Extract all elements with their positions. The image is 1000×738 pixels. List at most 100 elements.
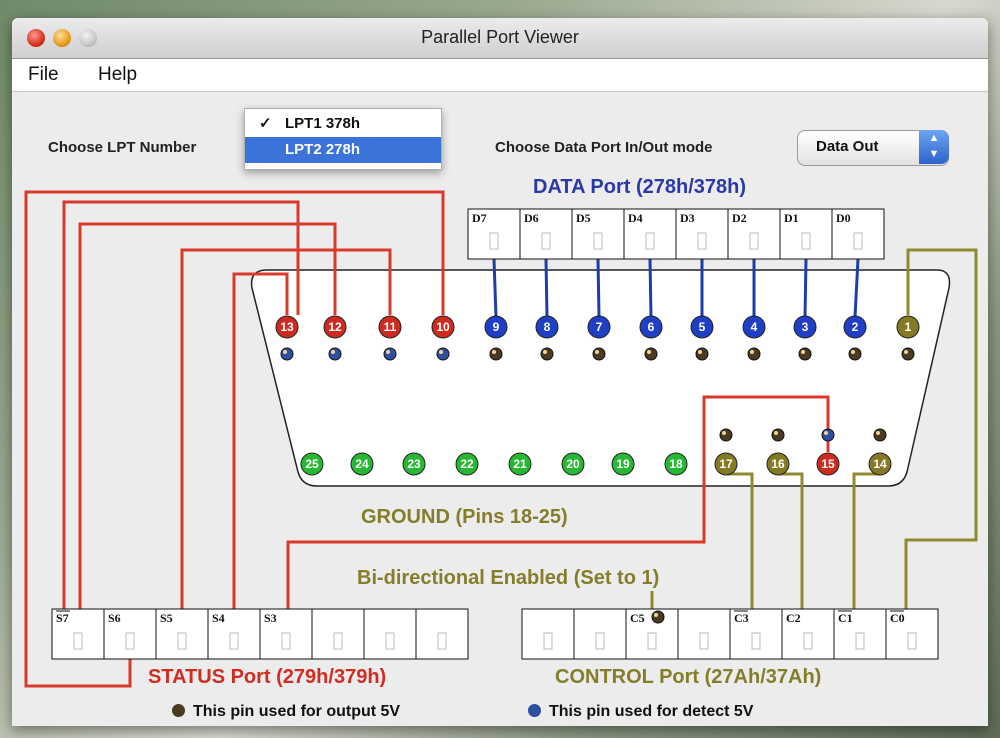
output-pin-icon [798,347,812,361]
control-port-cell-label: C2 [786,611,801,625]
top-pin-2: 2 [843,315,867,339]
pin-highlight [722,431,726,435]
title-bar[interactable]: Parallel Port Viewer [12,18,988,59]
chevron-up-icon: ▲ [928,132,940,144]
top-pin-6: 6 [639,315,663,339]
pin-highlight [851,350,855,354]
lpt-dropdown-menu[interactable]: ✓ LPT1 378h LPT2 278h [244,108,442,170]
pin-highlight [824,431,828,435]
detect-pin-icon [528,704,541,717]
bottom-pin-21: 21 [508,452,532,476]
bottom-pin-15: 15 [816,452,840,476]
bottom-pin-16: 16 [766,452,790,476]
pin-number: 2 [852,320,859,334]
bottom-pin-17: 17 [714,452,738,476]
data-port-cell-label: D0 [836,211,851,225]
top-pin-1: 1 [896,315,920,339]
data-port-cell-label: D5 [576,211,591,225]
lpt-option-lpt1[interactable]: ✓ LPT1 378h [245,111,441,137]
pin-highlight [904,350,908,354]
output-pin-icon [489,347,503,361]
status-port-bit-indicator [385,632,395,650]
output-pin-icon [719,428,733,442]
pin-number: 18 [669,457,683,471]
bottom-pin-22: 22 [455,452,479,476]
main-panel: D7 D6 D5 D4 D3 D2 D1 D0 S7 S6 S5 S4 S3 C5 C3 C2 C1 C0 13 1… [12,92,988,726]
ground-label: GROUND (Pins 18-25) [361,506,568,528]
status-port-cell-label: S3 [264,611,277,625]
detect-pin-icon [280,347,294,361]
pin-number: 21 [513,457,527,471]
pin-number: 24 [355,457,369,471]
status-port-bit-indicator [229,632,239,650]
data-wire [596,258,601,318]
status-port-cell-label: S5 [160,611,173,625]
status-port-bit-indicator [281,632,291,650]
status-wire-loop [24,659,132,688]
top-pin-4: 4 [742,315,766,339]
menu-help[interactable]: Help [98,64,137,86]
pin-highlight [386,350,390,354]
chevron-down-icon: ▼ [928,148,940,160]
window-title: Parallel Port Viewer [421,27,579,47]
pin-number: 20 [566,457,580,471]
lpt-option-label: LPT1 378h [285,115,361,132]
legend-output-text: This pin used for output 5V [193,703,401,720]
pin-highlight [283,350,287,354]
data-mode-select[interactable]: Data Out ▲ ▼ [797,130,949,166]
pin-highlight [439,350,443,354]
pin-highlight [647,350,651,354]
pin-highlight [698,350,702,354]
control-port-bit-indicator [907,632,917,650]
data-port-bit-indicator [645,232,655,250]
pin-highlight [750,350,754,354]
bottom-pin-18: 18 [664,452,688,476]
checkmark-icon: ✓ [259,115,272,132]
control-wire-c2 [778,472,804,609]
data-port-title: DATA Port (278h/378h) [533,176,746,198]
control-port-bit-indicator [699,632,709,650]
data-port-bit-indicator [853,232,863,250]
bidirectional-label: Bi-directional Enabled (Set to 1) [357,567,660,589]
output-pin-icon [695,347,709,361]
pin-number: 22 [460,457,474,471]
pin-number: 17 [719,457,733,471]
detect-pin-icon [383,347,397,361]
menu-file[interactable]: File [28,64,59,86]
status-port-bit-indicator [177,632,187,650]
pin-highlight [801,350,805,354]
top-pin-9: 9 [484,315,508,339]
pin-highlight [492,350,496,354]
pin-highlight [331,350,335,354]
pin-number: 1 [905,320,912,334]
control-port-bit-indicator [543,632,553,650]
status-port-bit-indicator [437,632,447,650]
top-pin-5: 5 [690,315,714,339]
pin-highlight [543,350,547,354]
lpt-number-label: Choose LPT Number [48,139,197,156]
port-diagram: D7 D6 D5 D4 D3 D2 D1 D0S7 S6 S5 S4 S3 C5 C3 C2 C1 C0 13 1… [24,190,978,688]
control-port-bit-indicator [595,632,605,650]
control-port-cell-label: C5 [630,611,645,625]
data-port-bit-indicator [697,232,707,250]
control-port-bit-indicator [803,632,813,650]
output-pin-icon [901,347,915,361]
output-pin-icon [848,347,862,361]
data-port-bit-indicator [749,232,759,250]
control-port-bit-indicator [855,632,865,650]
bottom-pin-20: 20 [561,452,585,476]
control-wire-c1 [852,472,880,609]
status-port-bit-indicator [73,632,83,650]
pin-number: 16 [771,457,785,471]
control-port-title: CONTROL Port (27Ah/37Ah) [555,666,822,688]
bottom-pin-25: 25 [300,452,324,476]
data-port-cell-label: D3 [680,211,695,225]
output-pin-icon [172,704,185,717]
output-pin-icon [771,428,785,442]
pin-highlight [876,431,880,435]
output-pin-icon [644,347,658,361]
lpt-option-lpt2[interactable]: LPT2 278h [245,137,441,163]
data-port-bit-indicator [489,232,499,250]
top-pin-13: 13 [275,315,299,339]
status-port-bit-indicator [125,632,135,650]
